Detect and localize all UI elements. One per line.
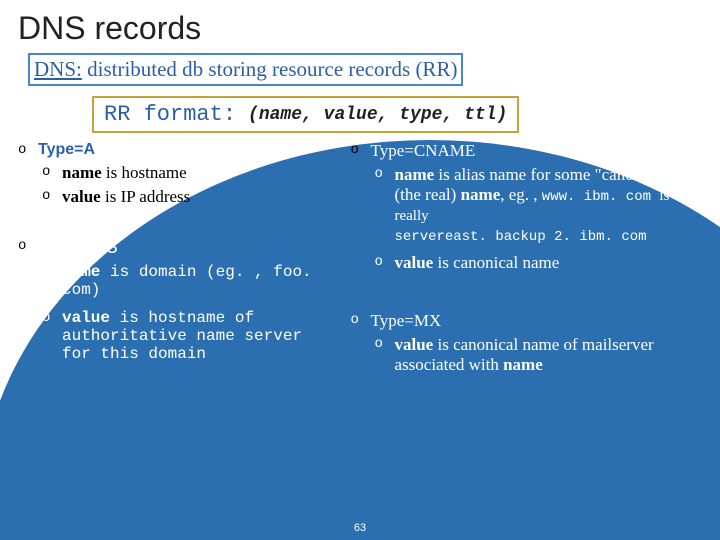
rr-format-box: RR format: (name, value, type, ttl) bbox=[92, 96, 519, 133]
left-column: Type=A name is hostname value is IP addr… bbox=[18, 141, 343, 379]
two-column-layout: Type=A name is hostname value is IP addr… bbox=[18, 141, 702, 379]
cname-value-rest: is canonical name bbox=[433, 253, 559, 272]
type-mx-head: Type=MX bbox=[371, 311, 442, 330]
cname-l1c: name bbox=[461, 185, 501, 204]
mx-value-bold: value bbox=[395, 335, 434, 354]
cname-code1: www. ibm. com bbox=[542, 189, 660, 205]
type-ns-value-bold: value bbox=[62, 309, 110, 327]
type-ns-block: Type=NS name is domain (eg. , foo. com) … bbox=[18, 237, 339, 363]
type-a-name-rest: is hostname bbox=[102, 163, 187, 182]
type-ns-head: Type=NS bbox=[38, 237, 118, 259]
slide-title: DNS records bbox=[18, 10, 702, 47]
type-cname-block: Type=CNAME name is alias name for some "… bbox=[351, 141, 703, 273]
subtitle-box: DNS: distributed db storing resource rec… bbox=[28, 53, 463, 86]
type-a-value-rest: is IP address bbox=[101, 187, 191, 206]
type-ns-name-bold: name bbox=[62, 263, 100, 281]
type-ns-name-rest: is domain (eg. , foo. com) bbox=[62, 263, 312, 299]
type-cname-head: Type=CNAME bbox=[371, 141, 476, 160]
type-a-block: Type=A name is hostname value is IP addr… bbox=[18, 141, 339, 207]
mx-l1c: name bbox=[503, 355, 543, 374]
cname-value-bold: value bbox=[395, 253, 434, 272]
content-area: DNS records DNS: distributed db storing … bbox=[0, 0, 720, 379]
type-mx-block: Type=MX value is canonical name of mails… bbox=[351, 311, 703, 375]
cname-name-bold: name bbox=[395, 165, 435, 184]
type-a-value-bold: value bbox=[62, 187, 101, 206]
rr-format-label: RR format: bbox=[104, 102, 236, 127]
cname-code2: servereast. backup 2. ibm. com bbox=[395, 229, 647, 245]
slide-number: 63 bbox=[354, 522, 366, 534]
subtitle-rest: distributed db storing resource records … bbox=[82, 57, 458, 81]
cname-l1d: , eg. , bbox=[500, 185, 542, 204]
type-a-head: Type=A bbox=[38, 141, 95, 158]
slide: DNS records DNS: distributed db storing … bbox=[0, 0, 720, 540]
type-a-name-bold: name bbox=[62, 163, 102, 182]
subtitle-dns: DNS: bbox=[34, 57, 82, 81]
rr-format-code: (name, value, type, ttl) bbox=[248, 105, 507, 125]
right-column: Type=CNAME name is alias name for some "… bbox=[351, 141, 703, 379]
